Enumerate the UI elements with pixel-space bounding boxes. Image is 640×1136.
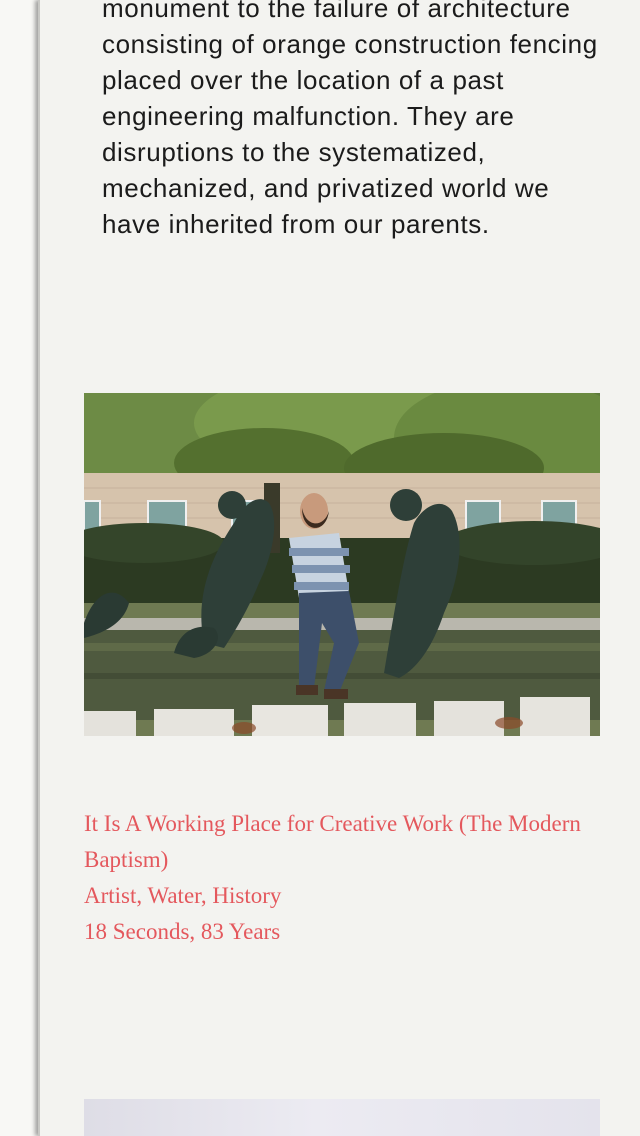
left-gutter bbox=[0, 0, 38, 1136]
artwork-photo[interactable] bbox=[84, 393, 600, 736]
next-artwork-photo[interactable] bbox=[84, 1099, 600, 1136]
artwork-title-link[interactable]: It Is A Working Place for Creative Work … bbox=[84, 806, 624, 878]
page: monument to the failure of architecture … bbox=[0, 0, 640, 1136]
artwork-duration[interactable]: 18 Seconds, 83 Years bbox=[84, 914, 624, 950]
artwork-tags[interactable]: Artist, Water, History bbox=[84, 878, 624, 914]
intro-paragraph: monument to the failure of architecture … bbox=[102, 0, 598, 239]
artwork-caption[interactable]: It Is A Working Place for Creative Work … bbox=[84, 806, 624, 950]
photo-fountain-scene bbox=[84, 393, 600, 736]
content-panel[interactable]: monument to the failure of architecture … bbox=[38, 0, 640, 1136]
